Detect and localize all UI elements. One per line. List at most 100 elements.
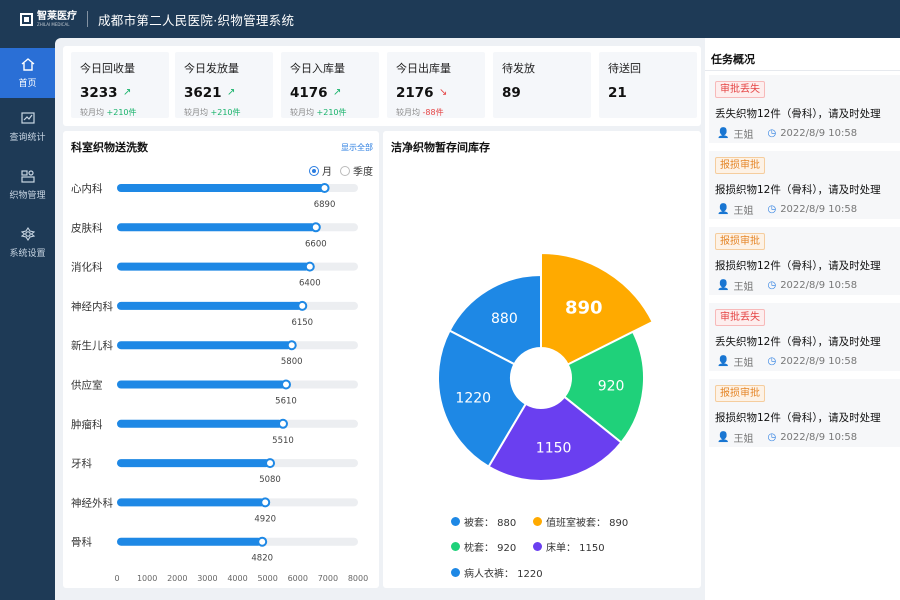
stat-compare: 较月均 +210件 — [80, 107, 137, 118]
task-time: 2022/8/9 10:58 — [780, 204, 858, 215]
task-card[interactable]: 报损审批 报损织物12件（骨科），请及时处理 👤 王姐 ◷ 2022/8/9 1… — [709, 379, 900, 447]
bar[interactable] — [117, 223, 316, 232]
stat-value: 21 — [608, 85, 627, 101]
x-tick-label: 6000 — [288, 574, 308, 583]
trend-up-icon: ↗ — [227, 87, 236, 98]
clock-icon: ◷ — [767, 280, 777, 291]
bar-value-label: 4920 — [254, 514, 276, 524]
pie-slice-label: 880 — [491, 311, 518, 327]
task-description: 报损织物12件（骨科），请及时处理 — [715, 412, 881, 424]
stat-card-recycle[interactable]: 今日回收量 3233 ↗ 较月均 +210件 — [71, 52, 169, 118]
task-card[interactable]: 报损审批 报损织物12件（骨科），请及时处理 👤 王姐 ◷ 2022/8/9 1… — [709, 151, 900, 219]
legend-item[interactable]: 病人衣裤： 1220 — [451, 565, 543, 580]
bar[interactable] — [117, 498, 266, 507]
task-user: 王姐 — [733, 434, 754, 445]
pie-slice-label: 1220 — [455, 390, 491, 406]
stats-panel: 今日回收量 3233 ↗ 较月均 +210件 今日发放量 3621 ↗ 较月均 … — [63, 46, 701, 126]
bar-chart: 心内科 6890 皮肤科 6600 消化科 6400 神经内科 6150 新生儿科 5800 供应室… — [71, 182, 368, 583]
x-tick-label: 8000 — [348, 574, 368, 583]
bar[interactable] — [117, 419, 283, 428]
bar[interactable] — [117, 459, 271, 468]
legend-item[interactable]: 床单： 1150 — [533, 539, 605, 554]
home-icon — [19, 57, 37, 71]
user-icon: 👤 — [717, 128, 730, 139]
legend-label: 病人衣裤： 1220 — [464, 569, 543, 580]
sidebar-item-home[interactable]: 首页 — [0, 48, 55, 98]
bar-end-marker — [257, 536, 268, 547]
legend-label: 被套： 880 — [464, 518, 517, 529]
task-meta: 👤 王姐 ◷ 2022/8/9 10:58 — [717, 430, 857, 445]
panel-title: 任务概况 — [711, 53, 755, 66]
main-content: 今日回收量 3233 ↗ 较月均 +210件 今日发放量 3621 ↗ 较月均 … — [55, 38, 900, 600]
bar[interactable] — [117, 262, 310, 271]
legend-item[interactable]: 枕套： 920 — [451, 539, 516, 554]
task-card[interactable]: 报损审批 报损织物12件（骨科），请及时处理 👤 王姐 ◷ 2022/8/9 1… — [709, 227, 900, 295]
stat-compare: 较月均 -88件 — [396, 107, 444, 118]
bar-category-label: 皮肤科 — [71, 221, 103, 234]
task-description: 报损织物12件（骨科），请及时处理 — [715, 260, 881, 272]
bar-end-marker — [310, 222, 321, 233]
bar-value-label: 6600 — [305, 239, 327, 249]
bar-chart-panel: 科室织物送洗数 显示全部 月 季度 心内科 6890 皮肤科 6600 消化科 6400 神… — [63, 131, 379, 588]
stat-card-stock-in[interactable]: 今日入库量 4176 ↗ 较月均 +210件 — [281, 52, 379, 118]
pie-slice-label: 1150 — [536, 440, 572, 456]
sidebar-item-query-stats[interactable]: 查询统计 — [0, 98, 55, 156]
stat-card-pending-return[interactable]: 待送回 21 — [599, 52, 697, 118]
sidebar-item-label: 首页 — [18, 79, 37, 89]
brand-logo[interactable]: 智莱医疗 ZHILAI MEDICAL — [20, 11, 77, 27]
task-tag: 报损审批 — [715, 157, 765, 174]
sidebar-item-settings[interactable]: 系统设置 — [0, 214, 55, 272]
task-time: 2022/8/9 10:58 — [780, 280, 858, 291]
stat-card-dispatch[interactable]: 今日发放量 3621 ↗ 较月均 +210件 — [175, 52, 273, 118]
app-title: 成都市第二人民医院·织物管理系统 — [98, 12, 295, 28]
stat-value: 4176 — [290, 85, 328, 101]
bar-value-label: 4820 — [251, 554, 273, 564]
sidebar-item-fabric-manage[interactable]: 织物管理 — [0, 156, 55, 214]
bar-end-marker — [304, 261, 315, 272]
task-card[interactable]: 审批丢失 丢失织物12件（骨科），请及时处理 👤 王姐 ◷ 2022/8/9 1… — [709, 303, 900, 371]
bar-end-marker — [260, 497, 271, 508]
bar-end-marker — [297, 300, 308, 311]
legend-item[interactable]: 值班室被套： 890 — [533, 514, 628, 529]
task-card[interactable]: 审批丢失 丢失织物12件（骨科），请及时处理 👤 王姐 ◷ 2022/8/9 1… — [709, 75, 900, 143]
trend-down-icon: ↘ — [439, 87, 448, 98]
brand-subtitle: ZHILAI MEDICAL — [37, 21, 70, 27]
stat-card-pending-dispatch[interactable]: 待发放 89 — [493, 52, 591, 118]
task-time: 2022/8/9 10:58 — [780, 356, 858, 367]
user-icon: 👤 — [717, 432, 730, 443]
legend-swatch — [451, 517, 460, 526]
compare-delta: +210件 — [316, 108, 347, 117]
bar-category-label: 新生儿科 — [71, 339, 113, 352]
stat-card-stock-out[interactable]: 今日出库量 2176 ↘ 较月均 -88件 — [387, 52, 485, 118]
bar[interactable] — [117, 341, 292, 350]
chart-icon — [19, 111, 37, 125]
legend-label: 值班室被套： 890 — [546, 518, 629, 529]
task-tag: 报损审批 — [715, 233, 765, 250]
compare-delta: -88件 — [422, 108, 444, 117]
task-meta: 👤 王姐 ◷ 2022/8/9 10:58 — [717, 202, 857, 217]
compare-prefix: 较月均 — [184, 108, 211, 117]
bar[interactable] — [117, 537, 263, 546]
x-tick-label: 2000 — [167, 574, 187, 583]
task-user: 王姐 — [733, 130, 754, 141]
bar-category-label: 心内科 — [71, 182, 103, 195]
task-tag: 审批丢失 — [715, 81, 765, 98]
x-tick-label: 1000 — [137, 574, 157, 583]
legend-swatch — [451, 542, 460, 551]
bar[interactable] — [117, 301, 303, 310]
legend-label: 床单： 1150 — [546, 543, 605, 554]
compare-prefix: 较月均 — [290, 108, 317, 117]
x-tick-label: 4000 — [227, 574, 247, 583]
legend-swatch — [533, 542, 542, 551]
task-user: 王姐 — [733, 206, 754, 217]
legend-item[interactable]: 被套： 880 — [451, 514, 516, 529]
bar-category-label: 消化科 — [71, 261, 103, 274]
bar-category-label: 神经内科 — [71, 300, 113, 313]
pie-slice-label: 890 — [565, 298, 603, 319]
bar-value-label: 6400 — [299, 279, 321, 289]
stat-value: 89 — [502, 85, 521, 101]
bar[interactable] — [117, 380, 287, 389]
bar[interactable] — [117, 184, 325, 192]
stat-compare-text: 较月均 +210件 — [80, 108, 137, 117]
stat-value: 3621 — [184, 85, 222, 101]
